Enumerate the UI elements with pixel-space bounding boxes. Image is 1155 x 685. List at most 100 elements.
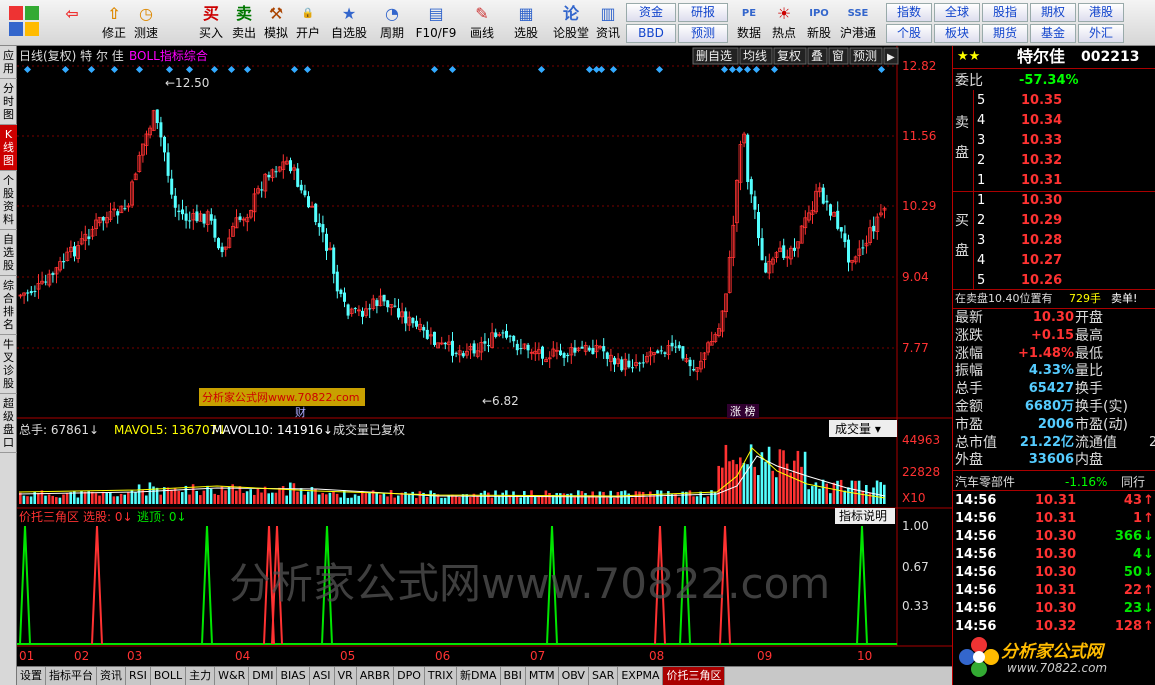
- toolbar-button-9[interactable]: ▤ F10/F9: [414, 3, 458, 43]
- volume-bar: [843, 490, 846, 504]
- toolbar-button-5[interactable]: ⚒ 模拟: [260, 3, 292, 43]
- market-link-6[interactable]: 板块: [934, 24, 980, 43]
- indicator-tab-14[interactable]: 新DMA: [457, 667, 501, 685]
- indicator-tab-18[interactable]: SAR: [589, 667, 619, 685]
- volume-bar: [364, 493, 368, 504]
- volume-bar: [328, 492, 332, 504]
- indicator-tab-8[interactable]: BIAS: [277, 667, 310, 685]
- volume-bar: [389, 490, 393, 504]
- indicator-tab-6[interactable]: W&R: [215, 667, 250, 685]
- industry-row: 汽车零部件 -1.16% 同行: [953, 473, 1155, 491]
- market-link-8[interactable]: 基金: [1030, 24, 1076, 43]
- sidebar-item-1[interactable]: 分时图: [0, 79, 17, 125]
- indicator-tab-16[interactable]: MTM: [526, 667, 559, 685]
- quick-link-2[interactable]: BBD: [626, 24, 676, 43]
- market-link-3[interactable]: 期权: [1030, 3, 1076, 22]
- market-link-2[interactable]: 股指: [982, 3, 1028, 22]
- toolbar-icon-4: 卖: [235, 4, 252, 23]
- toolbar-button-10[interactable]: ✎ 画线: [463, 3, 501, 43]
- indicator-tab-13[interactable]: TRIX: [425, 667, 458, 685]
- market-link-1[interactable]: 全球: [934, 3, 980, 22]
- escape-signal-spike: [19, 525, 31, 645]
- toolbar-button-1[interactable]: ⇧ 修正: [98, 3, 130, 43]
- quick-link-3[interactable]: 预测: [678, 24, 728, 43]
- indicator-tab-4[interactable]: BOLL: [151, 667, 187, 685]
- candle-body: [332, 247, 336, 274]
- toolbar-button-6[interactable]: 🔒 开户: [292, 3, 324, 43]
- indicator-tab-11[interactable]: ARBR: [357, 667, 395, 685]
- toolbar-button-3[interactable]: 买买入: [195, 3, 227, 43]
- quick-link-1[interactable]: 研报: [678, 3, 728, 22]
- toolbar-button-14[interactable]: PE 数据: [733, 3, 765, 43]
- candle-body: [321, 224, 325, 233]
- volume-bar: [55, 497, 58, 504]
- toolbar-button-15[interactable]: ☀ 热点: [768, 3, 800, 43]
- sidebar-item-0[interactable]: 应用: [0, 46, 17, 79]
- candle-body: [353, 308, 357, 310]
- sidebar-item-3[interactable]: 个股资料: [0, 171, 17, 230]
- candle-body: [692, 369, 696, 371]
- indicator-tab-0[interactable]: 设置: [17, 667, 46, 685]
- kline-chart-svg[interactable]: 12.82 11.56 10.29 9.04 7.77 日线(复权) 特 尔 佳 BOLL指…: [17, 46, 952, 666]
- toolbar-button-7[interactable]: ★ 自选股: [328, 3, 370, 43]
- chart-tool-label-4: 窗: [832, 49, 844, 63]
- indicator-tab-19[interactable]: EXPMA: [618, 667, 664, 685]
- indicator-tab-5[interactable]: 主力: [186, 667, 216, 685]
- volume-bar: [184, 485, 188, 504]
- indicator-tab-3[interactable]: RSI: [126, 667, 151, 685]
- industry-tab: 同行: [1121, 475, 1146, 489]
- toolbar-button-17[interactable]: SSE 沪港通: [838, 3, 878, 43]
- volume-bar: [292, 483, 296, 504]
- indicator-tab-7[interactable]: DMI: [249, 667, 278, 685]
- toolbar-button-8[interactable]: ◔ 周期: [374, 3, 410, 43]
- toolbar-button-4[interactable]: 卖卖出: [228, 3, 260, 43]
- volume-bar: [649, 491, 652, 504]
- candle-body: [541, 346, 544, 359]
- toolbar-button-0[interactable]: ⇦: [54, 3, 90, 43]
- indicator-tab-9[interactable]: ASI: [310, 667, 335, 685]
- sidebar-item-5[interactable]: 综合排名: [0, 276, 17, 335]
- market-link-9[interactable]: 外汇: [1078, 24, 1124, 43]
- indicator-tab-15[interactable]: BBI: [501, 667, 526, 685]
- indicator-tab-17[interactable]: OBV: [559, 667, 589, 685]
- logo-icon[interactable]: [4, 3, 44, 43]
- indicator-tab-2[interactable]: 资讯: [97, 667, 126, 685]
- volume-bar: [847, 487, 850, 504]
- toolbar-button-12[interactable]: 论论股堂: [551, 3, 591, 43]
- app-logo-icon: [9, 6, 39, 36]
- escape-signal-spike: [201, 525, 213, 645]
- candle-body: [386, 300, 390, 308]
- candle-body: [562, 353, 566, 358]
- candle-body: [26, 292, 30, 294]
- sidebar-item-4[interactable]: 自选股: [0, 230, 17, 276]
- kline-chart-area[interactable]: 12.82 11.56 10.29 9.04 7.77 日线(复权) 特 尔 佳 BOLL指…: [17, 46, 952, 666]
- sidebar-item-2[interactable]: K线图: [0, 125, 17, 171]
- candle-body: [166, 152, 170, 176]
- candle-body: [638, 362, 642, 364]
- volume-bar: [415, 497, 418, 504]
- candle-body: [641, 362, 645, 364]
- indicator-tab-12[interactable]: DPO: [394, 667, 425, 685]
- indicator-tab-20[interactable]: 价托三角区: [663, 667, 726, 685]
- toolbar-label-11: 选股: [513, 26, 538, 40]
- indicator-tab-1[interactable]: 指标平台: [46, 667, 97, 685]
- volume-bar: [224, 490, 227, 504]
- indicator-tab-10[interactable]: VR: [335, 667, 357, 685]
- quick-link-0[interactable]: 资金: [626, 3, 676, 22]
- sidebar-item-6[interactable]: 牛叉诊股: [0, 335, 17, 394]
- volume-bar: [818, 488, 821, 504]
- volume-bar: [393, 497, 396, 504]
- market-link-5[interactable]: 个股: [886, 24, 932, 43]
- candle-body: [217, 238, 220, 249]
- indicator-tabs: 设置 指标平台 资讯 RSI BOLL 主力 W&R DMI BIAS ASI VR ARBR DPO T…: [17, 666, 952, 685]
- toolbar-button-11[interactable]: ▦ 选股: [508, 3, 544, 43]
- sidebar-item-7[interactable]: 超级盘口: [0, 394, 17, 453]
- market-link-4[interactable]: 港股: [1078, 3, 1124, 22]
- toolbar-button-13[interactable]: ▥ 资讯: [592, 3, 624, 43]
- volume-bar: [137, 484, 141, 504]
- market-link-0[interactable]: 指数: [886, 3, 932, 22]
- market-link-7[interactable]: 期货: [982, 24, 1028, 43]
- toolbar-button-2[interactable]: ◷ 测速: [130, 3, 162, 43]
- volume-bar: [350, 497, 353, 504]
- toolbar-button-16[interactable]: IPO 新股: [803, 3, 835, 43]
